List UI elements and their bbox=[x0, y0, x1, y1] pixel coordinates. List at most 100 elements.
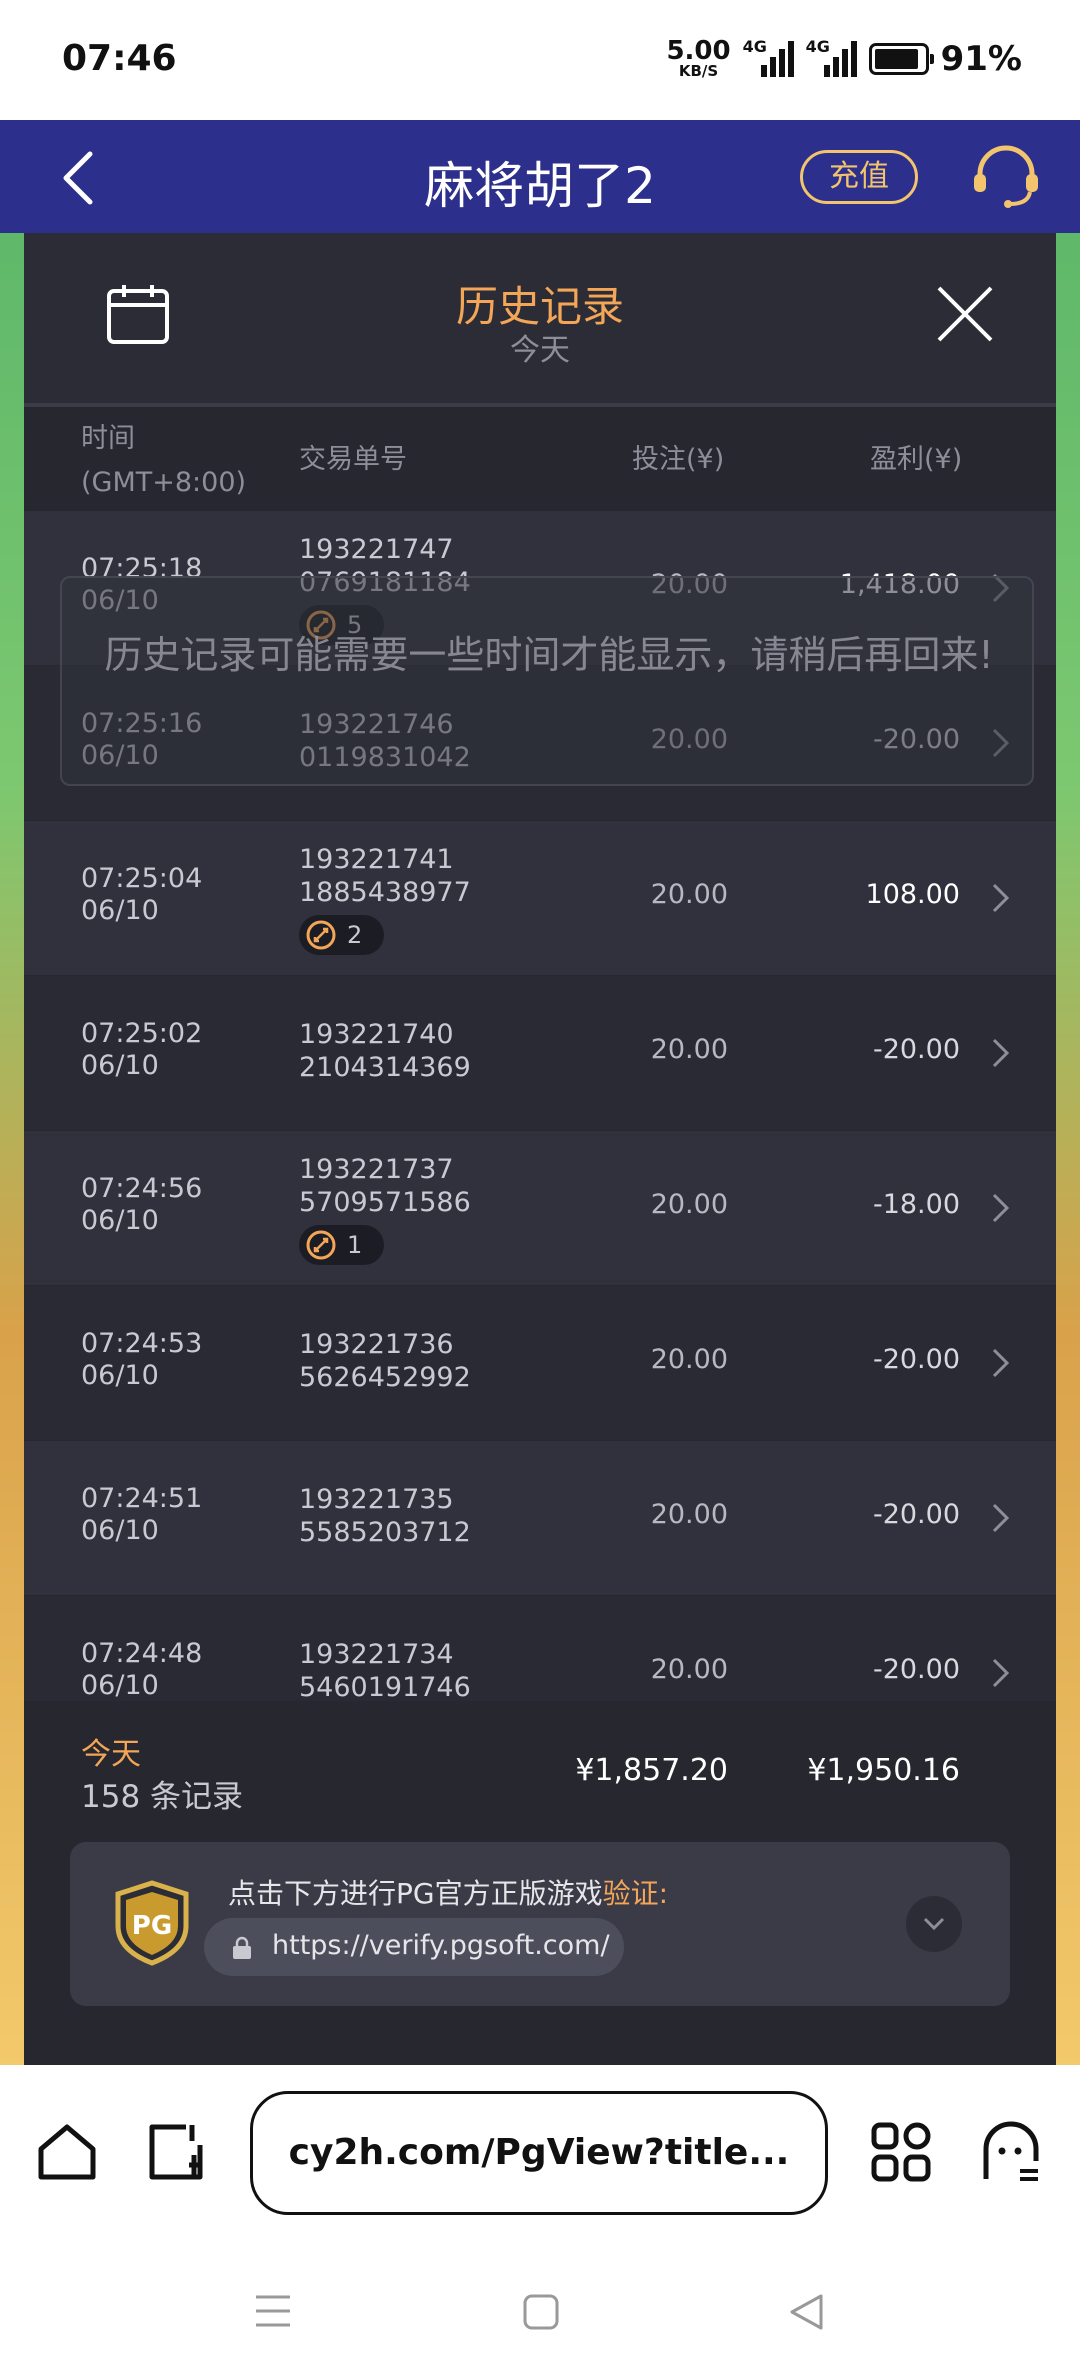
row-date-value: 06/10 bbox=[81, 1205, 159, 1236]
chevron-right-icon bbox=[992, 1038, 1010, 1068]
row-bet: 20.00 bbox=[650, 1034, 728, 1065]
address-bar-url: cy2h.com/PgView?title... bbox=[288, 2132, 790, 2173]
row-time: 07:25:02 06/10 bbox=[81, 1018, 202, 1082]
summary-bar: 今天 158 条记录 ¥1,857.20 ¥1,950.16 bbox=[24, 1701, 1056, 1831]
verify-url-link[interactable]: https://verify.pgsoft.com/ bbox=[204, 1918, 624, 1976]
verify-card[interactable]: PG 点击下方进行PG官方正版游戏验证: https://verify.pgso… bbox=[70, 1842, 1010, 2006]
signal-icon-1: 4G bbox=[743, 37, 794, 77]
row-order-line2: 5585203712 bbox=[299, 1517, 471, 1548]
row-order-line1: 193221747 bbox=[299, 534, 454, 565]
free-spin-count: 2 bbox=[347, 920, 363, 949]
row-profit: -20.00 bbox=[872, 1034, 960, 1065]
signal-1-label: 4G bbox=[742, 36, 767, 56]
signal-2-label: 4G bbox=[805, 36, 830, 56]
status-time: 07:46 bbox=[62, 38, 177, 79]
home-icon[interactable] bbox=[36, 2121, 98, 2183]
back-button-icon[interactable] bbox=[788, 2293, 824, 2331]
row-order-line1: 193221741 bbox=[299, 844, 454, 875]
free-spin-badge: 2 bbox=[299, 915, 385, 955]
verify-text-highlight: 验证: bbox=[602, 1877, 669, 1910]
game-title: 麻将胡了2 bbox=[424, 157, 656, 215]
expand-button[interactable] bbox=[906, 1896, 962, 1952]
verify-text: 点击下方进行PG官方正版游戏验证: bbox=[228, 1872, 668, 1912]
row-bet: 20.00 bbox=[650, 1499, 728, 1530]
history-row[interactable]: 07:25:04 06/10 193221741 1885438977 2 20.00 10… bbox=[24, 821, 1056, 975]
recharge-button[interactable]: 充值 bbox=[800, 150, 918, 204]
column-time-label: 时间 bbox=[81, 423, 135, 454]
loading-toast: 历史记录可能需要一些时间才能显示，请稍后再回来! bbox=[60, 576, 1034, 786]
svg-text:PG: PG bbox=[132, 1911, 172, 1941]
row-order-line1: 193221735 bbox=[299, 1484, 454, 1515]
network-speed: 5.00 KB/S bbox=[666, 38, 730, 79]
row-time-value: 07:25:02 bbox=[81, 1018, 203, 1049]
tabs-icon[interactable] bbox=[146, 2121, 206, 2183]
close-icon[interactable] bbox=[936, 285, 994, 343]
system-nav-bar bbox=[0, 2249, 1080, 2376]
status-bar: 07:46 5.00 KB/S 4G 4G 91% bbox=[0, 0, 1080, 120]
row-order-line2: 1885438977 bbox=[299, 877, 471, 908]
app-header: 麻将胡了2 充值 bbox=[0, 120, 1080, 233]
row-order-line2: 5709571586 bbox=[299, 1187, 471, 1218]
recent-apps-icon[interactable] bbox=[254, 2293, 292, 2329]
address-bar[interactable]: cy2h.com/PgView?title... bbox=[250, 2091, 828, 2215]
history-row[interactable]: 07:24:51 06/10 193221735 5585203712 20.00 -20… bbox=[24, 1441, 1056, 1595]
row-profit: 108.00 bbox=[865, 879, 960, 910]
history-panel: 历史记录 今天 时间 (GMT+8:00) 交易单号 投注(¥) 盈利(¥) 0… bbox=[24, 233, 1056, 2065]
row-order: 193221741 1885438977 2 bbox=[299, 843, 471, 959]
row-time: 07:25:04 06/10 bbox=[81, 863, 202, 927]
battery-percent: 91% bbox=[940, 38, 1022, 79]
row-profit: -18.00 bbox=[872, 1189, 960, 1220]
ghost-icon[interactable] bbox=[980, 2121, 1042, 2183]
row-order-line2: 5626452992 bbox=[299, 1362, 471, 1393]
row-profit: -20.00 bbox=[872, 1499, 960, 1530]
history-row[interactable]: 07:25:02 06/10 193221740 2104314369 20.00 -20… bbox=[24, 976, 1056, 1130]
row-time: 07:24:56 06/10 bbox=[81, 1173, 202, 1237]
row-bet: 20.00 bbox=[650, 1654, 728, 1685]
row-order-line1: 193221734 bbox=[299, 1639, 454, 1670]
lock-icon bbox=[233, 1936, 251, 1959]
row-order: 193221736 5626452992 bbox=[299, 1328, 471, 1394]
column-time-zone: (GMT+8:00) bbox=[81, 467, 247, 498]
chevron-right-icon bbox=[992, 1193, 1010, 1223]
row-date-value: 06/10 bbox=[81, 1670, 159, 1701]
row-date-value: 06/10 bbox=[81, 1050, 159, 1081]
panel-header: 历史记录 今天 bbox=[24, 233, 1056, 403]
free-spin-icon bbox=[306, 1230, 336, 1260]
history-row[interactable]: 07:24:53 06/10 193221736 5626452992 20.00 -20… bbox=[24, 1286, 1056, 1440]
column-profit: 盈利(¥) bbox=[870, 444, 963, 475]
row-date-value: 06/10 bbox=[81, 1360, 159, 1391]
row-order-line1: 193221737 bbox=[299, 1154, 454, 1185]
network-speed-unit: KB/S bbox=[678, 62, 719, 80]
row-order: 193221734 5460191746 bbox=[299, 1638, 471, 1701]
row-time: 07:24:48 06/10 bbox=[81, 1638, 202, 1701]
chevron-right-icon bbox=[992, 1503, 1010, 1533]
chevron-down-icon bbox=[923, 1917, 945, 1931]
home-button-icon[interactable] bbox=[522, 2293, 560, 2331]
network-speed-value: 5.00 bbox=[666, 36, 731, 66]
summary-count: 158 条记录 bbox=[81, 1779, 244, 1815]
history-row[interactable]: 07:24:56 06/10 193221737 5709571586 1 20.00 -1… bbox=[24, 1131, 1056, 1285]
chevron-right-icon bbox=[992, 1348, 1010, 1378]
verify-text-main: 点击下方进行PG官方正版游戏 bbox=[228, 1877, 603, 1910]
browser-toolbar: cy2h.com/PgView?title... bbox=[0, 2065, 1080, 2249]
free-spin-icon bbox=[306, 920, 336, 950]
row-bet: 20.00 bbox=[650, 879, 728, 910]
apps-grid-icon[interactable] bbox=[870, 2121, 932, 2183]
row-bet: 20.00 bbox=[650, 1189, 728, 1220]
row-time-value: 07:24:48 bbox=[81, 1638, 203, 1669]
row-profit: -20.00 bbox=[872, 1654, 960, 1685]
row-time-value: 07:24:53 bbox=[81, 1328, 203, 1359]
customer-service-icon[interactable] bbox=[970, 144, 1042, 210]
row-order: 193221737 5709571586 1 bbox=[299, 1153, 471, 1269]
row-order-line1: 193221736 bbox=[299, 1329, 454, 1360]
chevron-right-icon bbox=[992, 1658, 1010, 1688]
row-order-line2: 2104314369 bbox=[299, 1052, 471, 1083]
row-date-value: 06/10 bbox=[81, 1515, 159, 1546]
panel-subtitle: 今天 bbox=[510, 333, 570, 368]
row-time: 07:24:53 06/10 bbox=[81, 1328, 202, 1392]
summary-label: 今天 bbox=[81, 1737, 141, 1772]
summary-total-bet: ¥1,857.20 bbox=[575, 1753, 728, 1788]
column-order: 交易单号 bbox=[299, 444, 407, 475]
status-indicators: 5.00 KB/S 4G 4G 91% bbox=[666, 36, 1022, 79]
history-row[interactable]: 07:24:48 06/10 193221734 5460191746 20.00 -20… bbox=[24, 1596, 1056, 1701]
